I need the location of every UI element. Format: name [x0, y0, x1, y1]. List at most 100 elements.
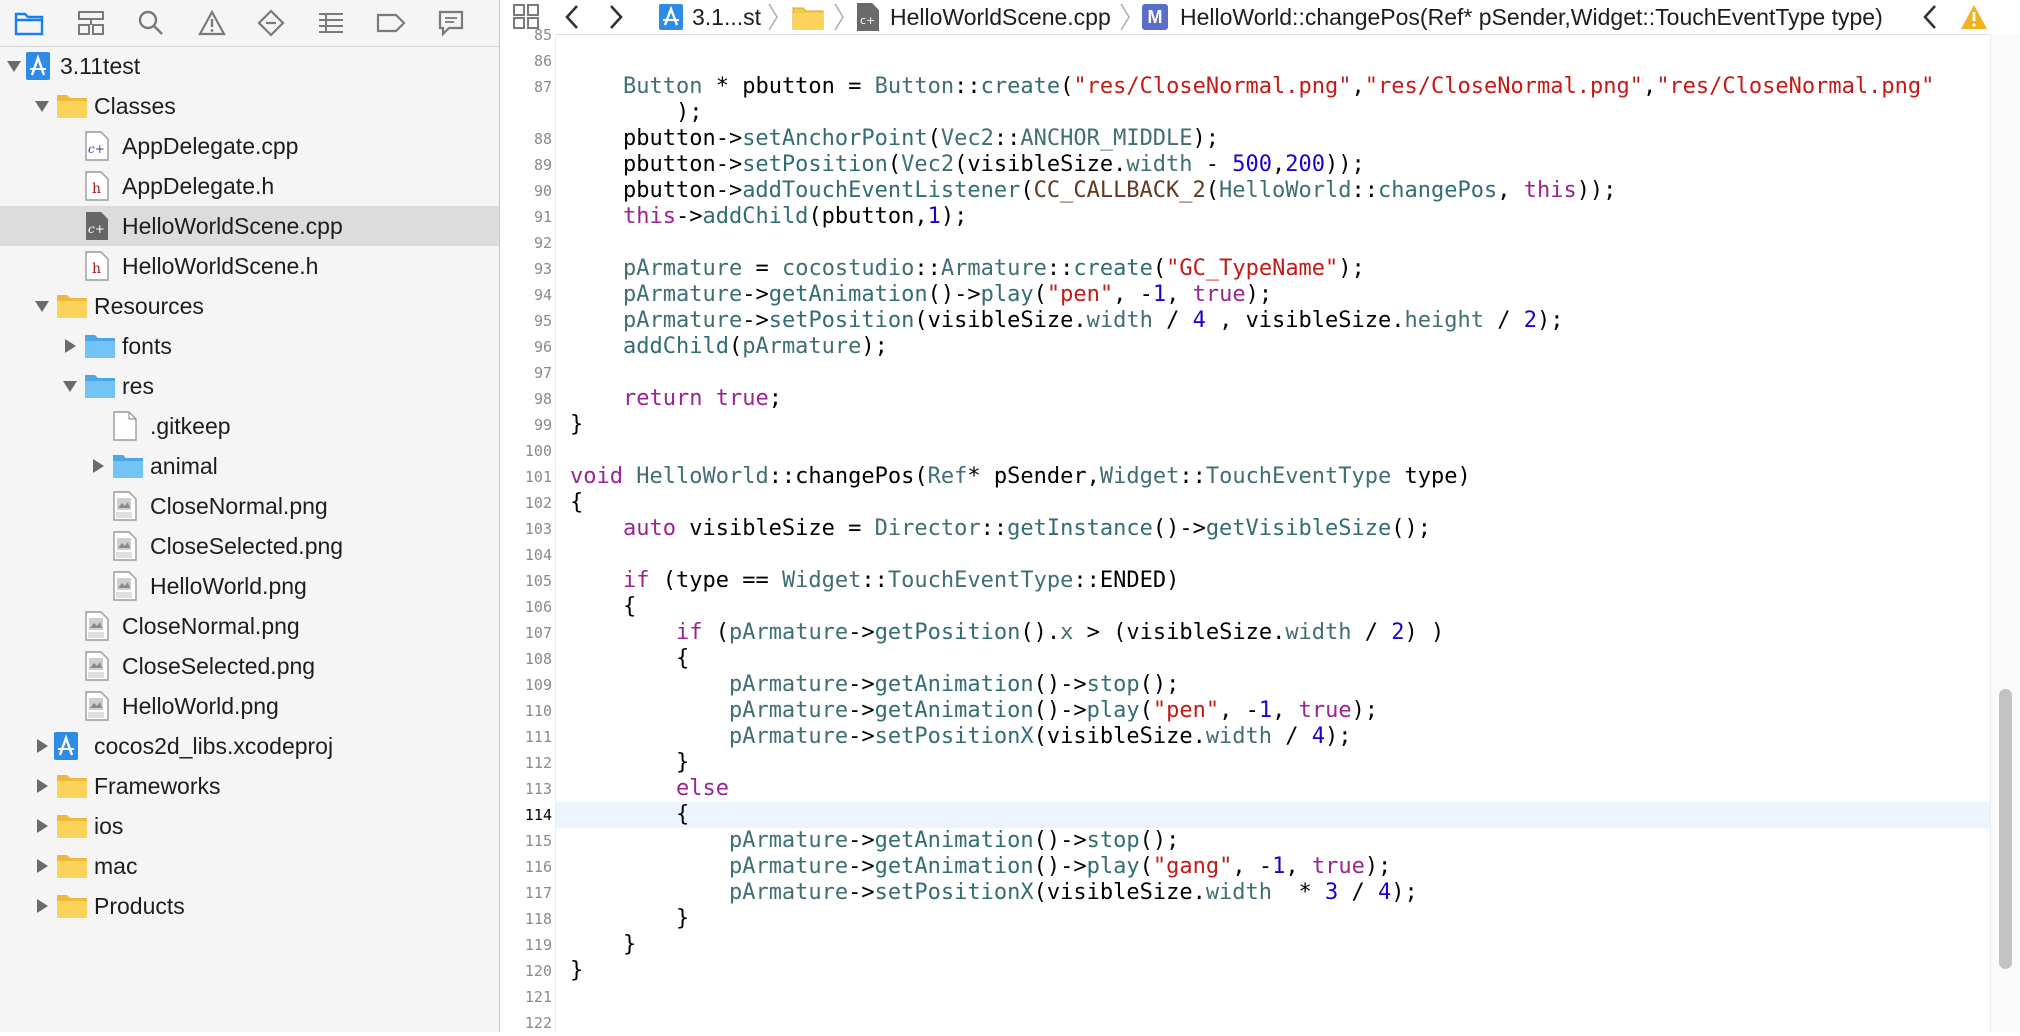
line-number[interactable]: 111 — [500, 724, 552, 750]
previous-issue-chevron-icon[interactable] — [1920, 0, 1940, 34]
line-number[interactable]: 88 — [500, 126, 552, 152]
line-number[interactable]: 107 — [500, 620, 552, 646]
line-number[interactable]: 110 — [500, 698, 552, 724]
line-number[interactable]: 113 — [500, 776, 552, 802]
code-line[interactable] — [556, 542, 1990, 568]
tree-item[interactable]: Classes — [0, 86, 499, 126]
disclosure-triangle-right-icon[interactable] — [32, 854, 52, 878]
code-line[interactable]: Button * pbutton = Button::create("res/C… — [556, 74, 1990, 100]
code-line[interactable]: pArmature->getAnimation()->play("gang", … — [556, 854, 1990, 880]
disclosure-triangle-down-icon[interactable] — [32, 294, 52, 318]
code-line[interactable] — [556, 230, 1990, 256]
breadcrumb-file[interactable]: c+ HelloWorldScene.cpp — [856, 0, 1111, 34]
line-number[interactable]: 86 — [500, 48, 552, 74]
code-line[interactable]: this->addChild(pbutton,1); — [556, 204, 1990, 230]
code-line[interactable]: void HelloWorld::changePos(Ref* pSender,… — [556, 464, 1990, 490]
back-chevron-icon[interactable] — [562, 0, 582, 34]
code-line[interactable]: pArmature = cocostudio::Armature::create… — [556, 256, 1990, 282]
tree-item[interactable]: Products — [0, 886, 499, 926]
line-number[interactable]: 87 — [500, 74, 552, 100]
line-number[interactable]: 95 — [500, 308, 552, 334]
issue-warning-icon[interactable] — [1960, 0, 1988, 34]
line-number[interactable]: 109 — [500, 672, 552, 698]
line-number[interactable]: 102 — [500, 490, 552, 516]
message-icon[interactable] — [434, 6, 468, 40]
tree-item[interactable]: fonts — [0, 326, 499, 366]
scrollbar-thumb[interactable] — [1999, 689, 2012, 969]
tree-item[interactable]: res — [0, 366, 499, 406]
line-number[interactable]: 115 — [500, 828, 552, 854]
code-line[interactable] — [556, 48, 1990, 74]
breadcrumb-project[interactable]: 3.1...st — [658, 0, 761, 34]
tree-item[interactable]: Resources — [0, 286, 499, 326]
tree-item[interactable]: CloseSelected.png — [0, 646, 499, 686]
editor-scrollbar[interactable] — [1990, 34, 2020, 1032]
line-number[interactable]: 120 — [500, 958, 552, 984]
line-number[interactable]: 116 — [500, 854, 552, 880]
code-line[interactable]: else — [556, 776, 1990, 802]
code-line[interactable]: auto visibleSize = Director::getInstance… — [556, 516, 1990, 542]
code-line[interactable]: ); — [556, 100, 1990, 126]
disclosure-triangle-right-icon[interactable] — [32, 774, 52, 798]
tree-item[interactable]: h HelloWorldScene.h — [0, 246, 499, 286]
code-line[interactable] — [556, 984, 1990, 1010]
disclosure-triangle-down-icon[interactable] — [60, 374, 80, 398]
disclosure-triangle-right-icon[interactable] — [88, 454, 108, 478]
line-number[interactable]: 89 — [500, 152, 552, 178]
code-line[interactable]: } — [556, 932, 1990, 958]
line-number[interactable]: 106 — [500, 594, 552, 620]
line-number[interactable]: 119 — [500, 932, 552, 958]
line-number[interactable]: 121 — [500, 984, 552, 1010]
code-line[interactable]: if (type == Widget::TouchEventType::ENDE… — [556, 568, 1990, 594]
tree-item[interactable]: animal — [0, 446, 499, 486]
tree-item[interactable]: c+ HelloWorldScene.cpp — [0, 206, 499, 246]
line-number[interactable]: 92 — [500, 230, 552, 256]
code-line[interactable]: pArmature->setPositionX(visibleSize.widt… — [556, 724, 1990, 750]
line-number[interactable]: 114 — [500, 802, 552, 828]
disclosure-triangle-right-icon[interactable] — [32, 734, 52, 758]
line-number[interactable]: 117 — [500, 880, 552, 906]
hierarchy-icon[interactable] — [74, 6, 108, 40]
tree-item[interactable]: mac — [0, 846, 499, 886]
code-line[interactable] — [556, 438, 1990, 464]
tree-item[interactable]: ios — [0, 806, 499, 846]
code-line[interactable]: return true; — [556, 386, 1990, 412]
warning-icon[interactable] — [195, 6, 229, 40]
line-number[interactable]: 103 — [500, 516, 552, 542]
tag-icon[interactable] — [374, 6, 408, 40]
line-number[interactable]: 93 — [500, 256, 552, 282]
disclosure-triangle-right-icon[interactable] — [60, 334, 80, 358]
code-line[interactable] — [556, 360, 1990, 386]
code-line[interactable] — [556, 1010, 1990, 1032]
code-line[interactable]: pArmature->getAnimation()->stop(); — [556, 828, 1990, 854]
project-navigator-folder-icon[interactable] — [12, 6, 46, 40]
code-line[interactable]: pbutton->setAnchorPoint(Vec2::ANCHOR_MID… — [556, 126, 1990, 152]
line-number[interactable]: 85 — [500, 22, 552, 48]
source-editor[interactable]: Button * pbutton = Button::create("res/C… — [556, 34, 1990, 1032]
line-number[interactable]: 98 — [500, 386, 552, 412]
line-number[interactable]: 118 — [500, 906, 552, 932]
line-number[interactable]: 99 — [500, 412, 552, 438]
line-number[interactable]: 122 — [500, 1010, 552, 1036]
code-line[interactable]: pbutton->setPosition(Vec2(visibleSize.wi… — [556, 152, 1990, 178]
tree-item[interactable]: HelloWorld.png — [0, 686, 499, 726]
tree-item[interactable]: c+ AppDelegate.cpp — [0, 126, 499, 166]
code-line[interactable]: } — [556, 906, 1990, 932]
code-line[interactable]: { — [556, 594, 1990, 620]
line-number[interactable]: 94 — [500, 282, 552, 308]
code-line[interactable]: pArmature->getAnimation()->stop(); — [556, 672, 1990, 698]
tree-item[interactable]: .gitkeep — [0, 406, 499, 446]
line-number[interactable]: 108 — [500, 646, 552, 672]
code-line[interactable]: } — [556, 750, 1990, 776]
code-line[interactable]: pArmature->setPositionX(visibleSize.widt… — [556, 880, 1990, 906]
code-line[interactable]: addChild(pArmature); — [556, 334, 1990, 360]
tree-item[interactable]: cocos2d_libs.xcodeproj — [0, 726, 499, 766]
code-line[interactable]: pArmature->getAnimation()->play("pen", -… — [556, 282, 1990, 308]
tree-item[interactable]: h AppDelegate.h — [0, 166, 499, 206]
line-number[interactable]: 90 — [500, 178, 552, 204]
code-line[interactable]: { — [556, 802, 1990, 828]
code-line[interactable]: pArmature->setPosition(visibleSize.width… — [556, 308, 1990, 334]
tree-item[interactable]: CloseNormal.png — [0, 486, 499, 526]
code-line[interactable]: pArmature->getAnimation()->play("pen", -… — [556, 698, 1990, 724]
tree-item[interactable]: 3.11test — [0, 46, 499, 86]
